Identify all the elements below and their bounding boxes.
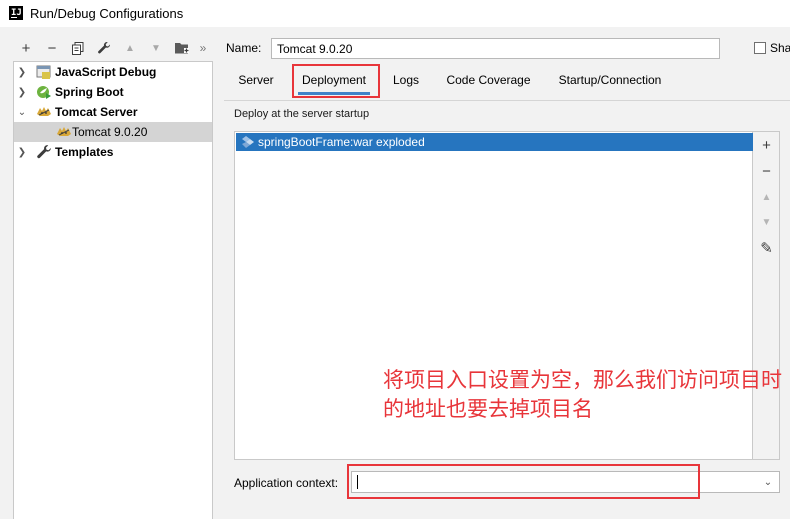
tree-item-tomcat-9-0-20[interactable]: Tomcat 9.0.20 (14, 122, 212, 142)
folder-add-icon (175, 43, 189, 54)
chevron-down-icon[interactable]: ⌄ (759, 474, 777, 490)
window-title: Run/Debug Configurations (30, 6, 184, 21)
new-folder-button[interactable] (172, 37, 192, 59)
tree-item-tomcat-server[interactable]: ⌄ Tomcat Server (14, 102, 212, 122)
edit-templates-button[interactable] (94, 37, 114, 59)
tomcat-icon (37, 107, 51, 116)
minus-icon: − (47, 39, 57, 57)
arrow-up-icon: ▲ (761, 191, 772, 203)
title-bar: IJ Run/Debug Configurations (0, 0, 790, 27)
add-config-button[interactable]: + (16, 37, 36, 59)
tree-item-label: Spring Boot (55, 85, 124, 99)
name-label: Name: (226, 41, 262, 55)
name-input[interactable] (271, 38, 720, 59)
tree-item-label: Tomcat 9.0.20 (72, 125, 148, 139)
edit-artifact-button[interactable]: ✎ (753, 236, 780, 260)
double-chevron-icon: » (199, 41, 207, 55)
share-checkbox[interactable] (754, 42, 766, 54)
config-tree: ❯ JavaScript Debug ❯ Spring Boot ⌄ Tomca… (13, 61, 213, 519)
tree-item-templates[interactable]: ❯ Templates (14, 142, 212, 162)
artifact-label: springBootFrame:war exploded (258, 135, 425, 149)
chevron-right-icon[interactable]: ❯ (17, 87, 27, 98)
tree-item-label: Templates (55, 145, 114, 159)
move-artifact-up-button[interactable]: ▲ (753, 185, 780, 209)
tab-logs[interactable]: Logs (386, 69, 426, 91)
tree-item-label: JavaScript Debug (55, 65, 157, 79)
list-item[interactable]: springBootFrame:war exploded (236, 133, 753, 151)
javascript-debug-icon (36, 65, 51, 79)
move-down-button[interactable]: ▼ (146, 37, 166, 59)
share-label: Sha (770, 41, 790, 55)
plus-icon: + (762, 136, 771, 154)
copy-config-button[interactable] (68, 37, 88, 59)
deploy-group-title: Deploy at the server startup (234, 108, 370, 120)
tree-item-spring-boot[interactable]: ❯ Spring Boot (14, 82, 212, 102)
tab-startup-connection[interactable]: Startup/Connection (552, 69, 668, 91)
wrench-icon (37, 145, 51, 159)
more-actions-button[interactable]: » (196, 37, 210, 59)
annotation-highlight-context (347, 464, 700, 499)
wrench-icon (98, 41, 111, 54)
add-artifact-button[interactable]: + (753, 133, 780, 157)
tomcat-icon (57, 127, 71, 136)
copy-icon (72, 41, 84, 55)
annotation-highlight-tab (292, 64, 380, 98)
pencil-icon: ✎ (760, 240, 773, 257)
config-toolbar: + − ▲ ▼ » (0, 37, 213, 59)
remove-config-button[interactable]: − (42, 37, 62, 59)
chevron-right-icon[interactable]: ❯ (17, 147, 27, 158)
chevron-down-icon[interactable]: ⌄ (17, 107, 27, 118)
tab-server[interactable]: Server (232, 69, 280, 91)
app-context-label: Application context: (234, 476, 339, 490)
arrow-down-icon: ▼ (761, 216, 772, 228)
move-artifact-down-button[interactable]: ▼ (753, 210, 780, 234)
arrow-up-icon: ▲ (125, 42, 135, 54)
arrow-down-icon: ▼ (151, 42, 161, 54)
spring-boot-icon (37, 86, 51, 99)
plus-icon: + (21, 39, 31, 57)
tree-item-javascript-debug[interactable]: ❯ JavaScript Debug (14, 62, 212, 82)
artifact-icon (242, 136, 254, 148)
chevron-right-icon[interactable]: ❯ (17, 67, 27, 78)
move-up-button[interactable]: ▲ (120, 37, 140, 59)
annotation-text: 将项目入口设置为空，那么我们访问项目时的地址也要去掉项目名 (383, 368, 782, 421)
tab-code-coverage[interactable]: Code Coverage (440, 69, 537, 91)
minus-icon: − (762, 162, 771, 180)
intellij-app-icon: IJ (9, 6, 23, 20)
tree-item-label: Tomcat Server (55, 105, 138, 119)
remove-artifact-button[interactable]: − (753, 159, 780, 183)
